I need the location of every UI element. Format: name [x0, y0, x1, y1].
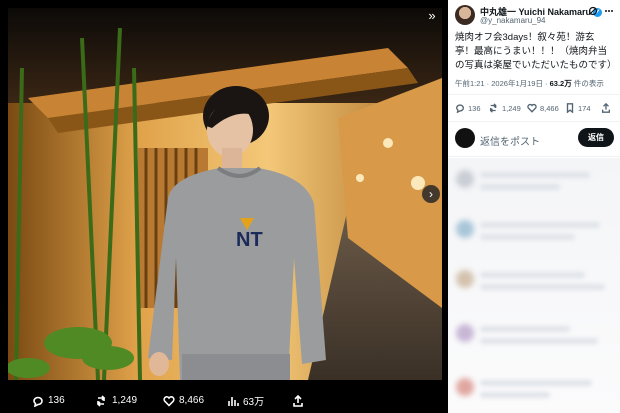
blurred-line — [480, 222, 600, 228]
bookmark-icon — [566, 103, 574, 113]
share-button[interactable] — [601, 100, 611, 116]
tweet-stats-bar: 136 1,249 8,466 174 — [455, 100, 615, 116]
photo-illustration: NT — [8, 8, 442, 380]
current-user-avatar — [455, 128, 475, 148]
expand-icon[interactable]: » — [423, 6, 441, 24]
more-options-icon[interactable] — [604, 6, 614, 16]
blurred-line — [480, 392, 550, 398]
media-views-button[interactable]: 63万 — [227, 388, 264, 413]
blurred-line — [480, 172, 590, 178]
reply-icon — [33, 396, 43, 407]
blurred-line — [480, 184, 560, 190]
blurred-avatar — [456, 220, 474, 238]
reply-submit-button[interactable]: 返信 — [578, 128, 614, 147]
media-view-count: 63万 — [243, 397, 265, 408]
reply-button[interactable]: 136 — [455, 100, 481, 116]
repost-icon — [96, 394, 106, 407]
views-chart-icon — [228, 396, 239, 406]
media-share-button[interactable] — [292, 388, 304, 413]
tweet-meta: 午前1:21 · 2026年1月19日 · 63.2万 件の表示 — [455, 78, 604, 89]
heart-icon — [163, 395, 175, 407]
reply-count: 136 — [468, 103, 481, 113]
author-handle[interactable]: @y_nakamaru_94 — [480, 16, 546, 25]
media-repost-count: 1,249 — [112, 395, 138, 406]
media-like-button[interactable]: 8,466 — [163, 388, 204, 413]
like-count: 8,466 — [540, 103, 559, 113]
media-reply-button[interactable]: 136 — [32, 388, 65, 413]
media-like-count: 8,466 — [179, 395, 205, 406]
media-action-bar: 136 1,249 8,466 63万 — [0, 388, 448, 413]
blurred-avatar — [456, 378, 474, 396]
heart-icon — [527, 103, 537, 113]
tweet-panel: 中丸雄一 Yuichi Nakamaru ✓ @y_nakamaru_94 焼肉オ… — [448, 0, 620, 413]
media-viewer: NT » › 136 1,249 8,466 63万 — [0, 0, 448, 413]
sweater-logo-text: NT — [236, 229, 263, 251]
reply-input[interactable]: 返信をポスト — [480, 133, 540, 148]
blurred-avatar — [456, 324, 474, 342]
blurred-avatar — [456, 270, 474, 288]
blurred-line — [480, 272, 585, 278]
reply-icon — [455, 104, 464, 113]
tweet-photo[interactable]: NT — [8, 8, 442, 380]
blurred-avatar — [456, 170, 474, 188]
media-repost-button[interactable]: 1,249 — [96, 388, 137, 413]
blurred-line — [480, 234, 575, 240]
blurred-line — [480, 338, 598, 344]
tweet-timestamp[interactable]: 午前1:21 · 2026年1月19日 · — [455, 79, 550, 88]
bookmark-count: 174 — [578, 103, 591, 113]
repost-icon — [489, 103, 497, 113]
like-button[interactable]: 8,466 — [527, 100, 559, 116]
media-reply-count: 136 — [48, 395, 65, 406]
repost-button[interactable]: 1,249 — [489, 100, 521, 116]
blurred-line — [480, 326, 570, 332]
repost-count: 1,249 — [502, 103, 521, 113]
divider — [448, 156, 620, 157]
grok-icon[interactable] — [588, 6, 598, 16]
share-icon — [602, 103, 610, 113]
share-icon — [293, 394, 303, 407]
next-arrow-icon[interactable]: › — [422, 185, 440, 203]
blurred-replies-area — [448, 158, 620, 413]
divider — [448, 121, 620, 122]
blurred-line — [480, 284, 605, 290]
author-avatar[interactable] — [455, 5, 475, 25]
divider — [448, 94, 620, 95]
blurred-line — [480, 380, 592, 386]
bookmark-button[interactable]: 174 — [565, 100, 591, 116]
tweet-text: 焼肉オフ会3days！叙々苑！游玄亭！最高にうまい！！！（焼肉弁当の写真は楽屋で… — [455, 32, 617, 71]
tweet-view-count: 63.2万 — [549, 79, 572, 88]
tweet-view-suffix: 件の表示 — [571, 79, 604, 88]
